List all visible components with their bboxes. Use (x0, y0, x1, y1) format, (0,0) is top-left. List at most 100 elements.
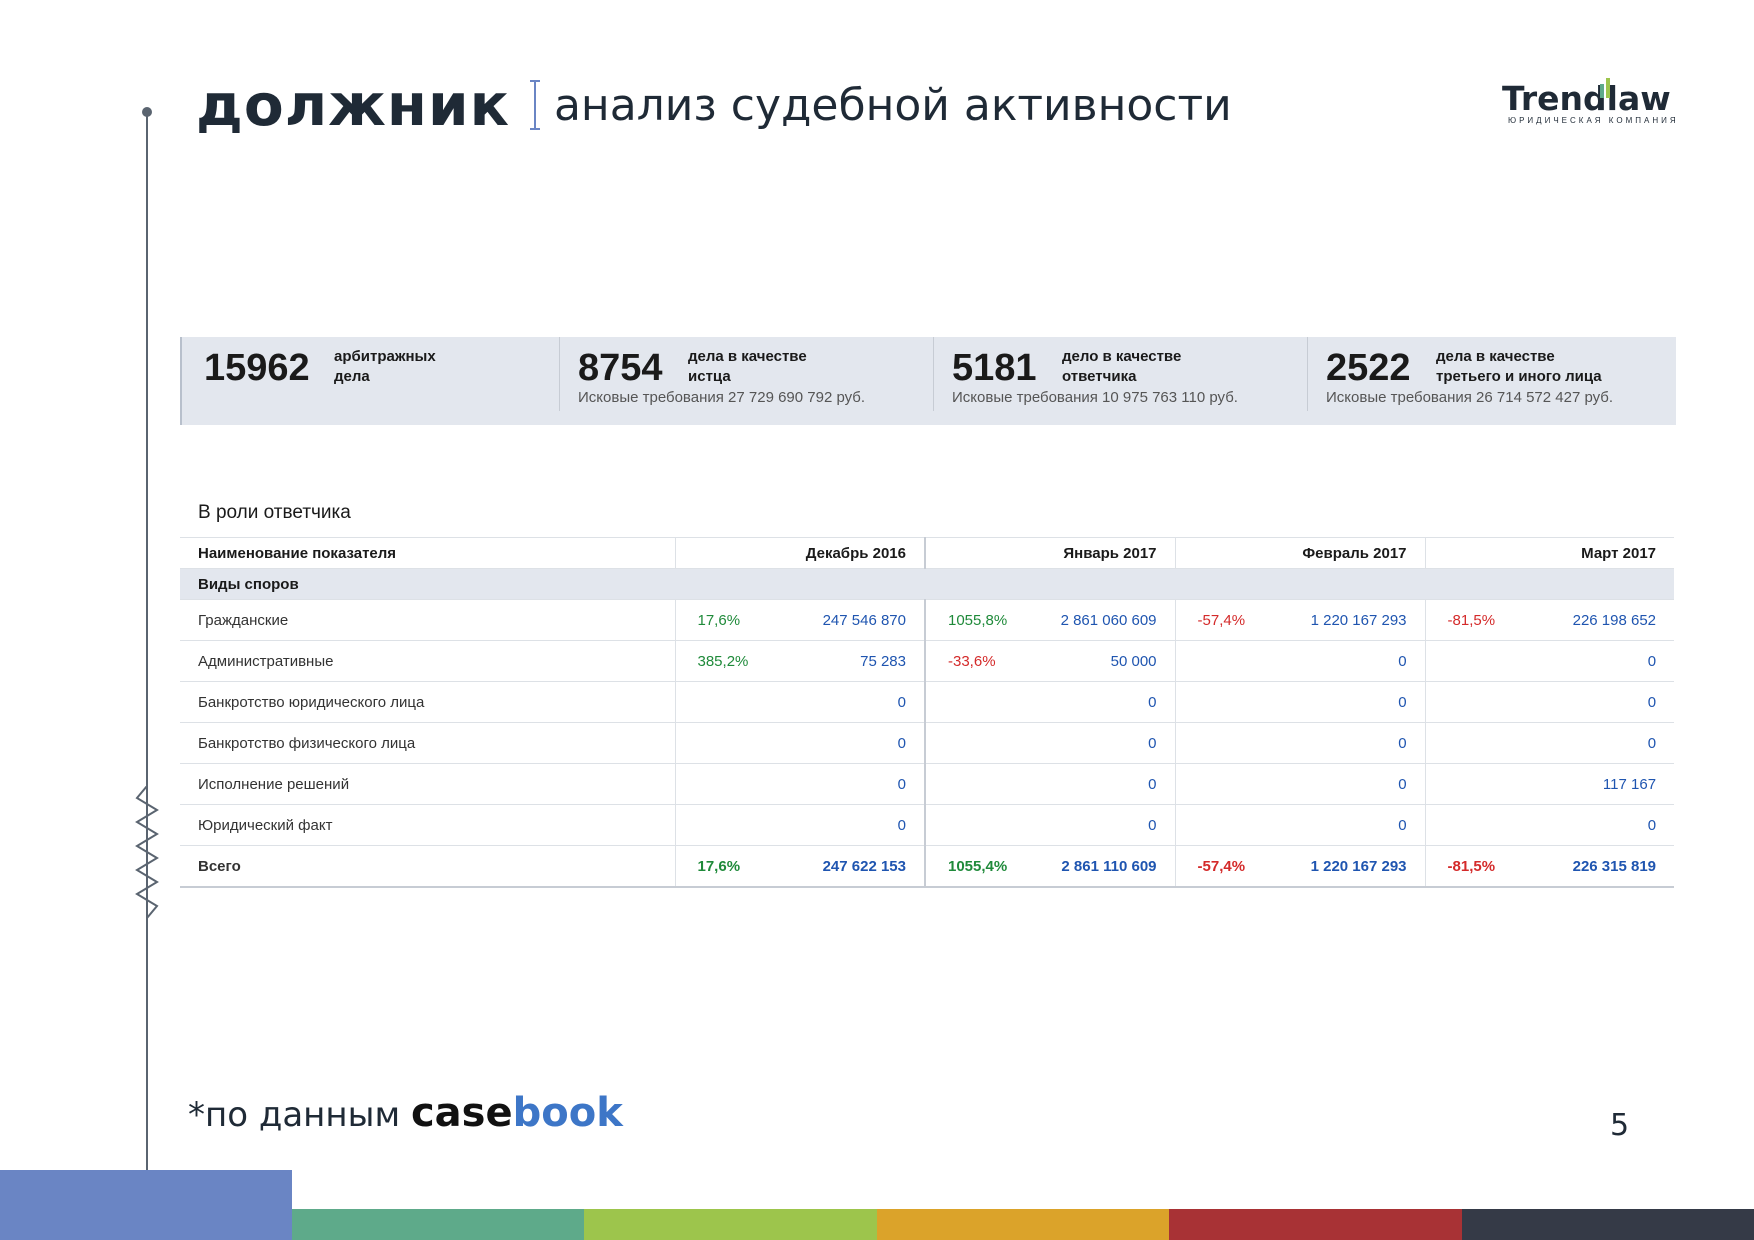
zigzag-decoration (135, 786, 159, 926)
color-bar-segment (584, 1209, 877, 1240)
header-dec-2016: Декабрь 2016 (674, 537, 925, 569)
change-percent: -81,5% (1424, 599, 1536, 641)
stat-claim: Исковые требования 10 975 763 110 руб. (952, 389, 1238, 406)
row-name: Банкротство физического лица (180, 722, 675, 764)
logo-subtitle: ЮРИДИЧЕСКАЯ КОМПАНИЯ (1508, 116, 1679, 125)
change-percent (1174, 640, 1286, 682)
table-row: Административные 385,2% 75 283 -33,6% 50 000… (180, 640, 1675, 682)
change-percent (1174, 763, 1286, 805)
claim-amount: 0 (1035, 763, 1176, 805)
table-row: Юридический факт 0 0 0 0 (180, 804, 1675, 846)
page-number: 5 (1610, 1108, 1630, 1143)
change-percent (1424, 804, 1536, 846)
change-percent (674, 763, 785, 805)
stat-number: 2522 (1326, 347, 1411, 389)
change-percent (1174, 681, 1286, 723)
change-percent: -57,4% (1174, 599, 1286, 641)
color-bar-segment (1461, 1209, 1754, 1240)
claim-amount: 0 (1285, 722, 1426, 764)
stats-panel: 15962 арбитражных дела 8754 дела в качес… (180, 337, 1676, 425)
change-percent (1174, 804, 1286, 846)
table-row: Гражданские 17,6% 247 546 870 1055,8% 2 861 … (180, 599, 1675, 641)
claim-amount: 0 (785, 722, 925, 764)
group-label: Виды споров (180, 568, 1675, 600)
color-bar-segment (876, 1209, 1170, 1240)
change-percent (924, 804, 1035, 846)
header-mar-2017: Март 2017 (1424, 537, 1675, 569)
table-row: Исполнение решений 0 0 0 117 167 (180, 763, 1675, 805)
claim-amount: 2 861 110 609 (1035, 845, 1176, 888)
claim-amount: 0 (1285, 804, 1426, 846)
color-bar-segment (292, 1209, 585, 1240)
claim-amount: 2 861 060 609 (1035, 599, 1176, 641)
section-title: В роли ответчика (198, 502, 351, 523)
claim-amount: 0 (1535, 804, 1675, 846)
header-indicator: Наименование показателя (180, 537, 675, 569)
table-header-row: Наименование показателя Декабрь 2016 Янв… (180, 537, 1675, 569)
change-percent: -57,4% (1174, 845, 1286, 888)
change-percent (924, 763, 1035, 805)
change-percent: -33,6% (924, 640, 1035, 682)
claim-amount: 0 (1535, 640, 1675, 682)
change-percent: 1055,8% (924, 599, 1035, 641)
page-title: должник анализ судебной активности (196, 70, 1232, 140)
change-percent (1424, 722, 1536, 764)
claim-amount: 0 (1285, 640, 1426, 682)
claim-amount: 0 (1285, 681, 1426, 723)
change-percent (924, 681, 1035, 723)
claim-amount: 1 220 167 293 (1285, 599, 1426, 641)
total-row: Всего 17,6% 247 622 153 1055,4% 2 861 110 60… (180, 845, 1675, 888)
header-jan-2017: Январь 2017 (923, 537, 1176, 569)
row-name: Гражданские (180, 599, 675, 641)
stat-label: дело в качестве ответчика (1062, 348, 1182, 385)
color-bar-segment (0, 1170, 292, 1240)
claim-amount: 117 167 (1535, 763, 1675, 805)
title-main: должник (196, 71, 510, 139)
claim-amount: 0 (1535, 681, 1675, 723)
stat-plaintiff: 8754 дела в качестве истца Исковые требо… (556, 337, 930, 425)
row-name: Административные (180, 640, 675, 682)
row-name: Всего (180, 845, 675, 888)
claim-amount: 75 283 (785, 640, 925, 682)
logo-text: Trendlaw (1502, 79, 1671, 118)
row-name: Исполнение решений (180, 763, 675, 805)
title-separator-icon (529, 80, 540, 130)
stat-label: дела в качестве истца (688, 348, 807, 385)
title-subtitle: анализ судебной активности (553, 79, 1232, 131)
claim-amount: 0 (1035, 804, 1176, 846)
claim-amount: 1 220 167 293 (1285, 845, 1426, 888)
change-percent (924, 722, 1035, 764)
change-percent (674, 722, 785, 764)
change-percent (674, 681, 785, 723)
defendant-table: Наименование показателя Декабрь 2016 Янв… (180, 537, 1675, 888)
change-percent (674, 804, 785, 846)
header-feb-2017: Февраль 2017 (1174, 537, 1426, 569)
change-percent (1174, 722, 1286, 764)
claim-amount: 247 546 870 (785, 599, 925, 641)
change-percent (1424, 640, 1536, 682)
stat-defendant: 5181 дело в качестве ответчика Исковые т… (930, 337, 1304, 425)
stat-claim: Исковые требования 26 714 572 427 руб. (1326, 389, 1614, 406)
claim-amount: 0 (1035, 722, 1176, 764)
row-name: Юридический факт (180, 804, 675, 846)
claim-amount: 226 315 819 (1535, 845, 1675, 888)
change-percent: 17,6% (674, 599, 785, 641)
table-row: Банкротство юридического лица 0 0 0 0 (180, 681, 1675, 723)
casebook-logo-part1: case (410, 1090, 513, 1136)
table-row: Банкротство физического лица 0 0 0 0 (180, 722, 1675, 764)
change-percent: 385,2% (674, 640, 785, 682)
claim-amount: 247 622 153 (785, 845, 925, 888)
stat-total: 15962 арбитражных дела (182, 337, 556, 425)
timeline-line (146, 113, 148, 1170)
claim-amount: 0 (1285, 763, 1426, 805)
stat-label: дела в качестве третьего и иного лица (1436, 348, 1602, 385)
group-row: Виды споров (180, 568, 1675, 600)
casebook-logo-part2: book (512, 1090, 623, 1136)
claim-amount: 0 (785, 804, 925, 846)
stat-claim: Исковые требования 27 729 690 792 руб. (578, 389, 866, 406)
color-bar-segment (1169, 1209, 1462, 1240)
stat-third-party: 2522 дела в качестве третьего и иного ли… (1304, 337, 1676, 425)
source-footnote: *по данным casebook (188, 1090, 623, 1136)
claim-amount: 50 000 (1035, 640, 1176, 682)
change-percent: 17,6% (674, 845, 785, 888)
